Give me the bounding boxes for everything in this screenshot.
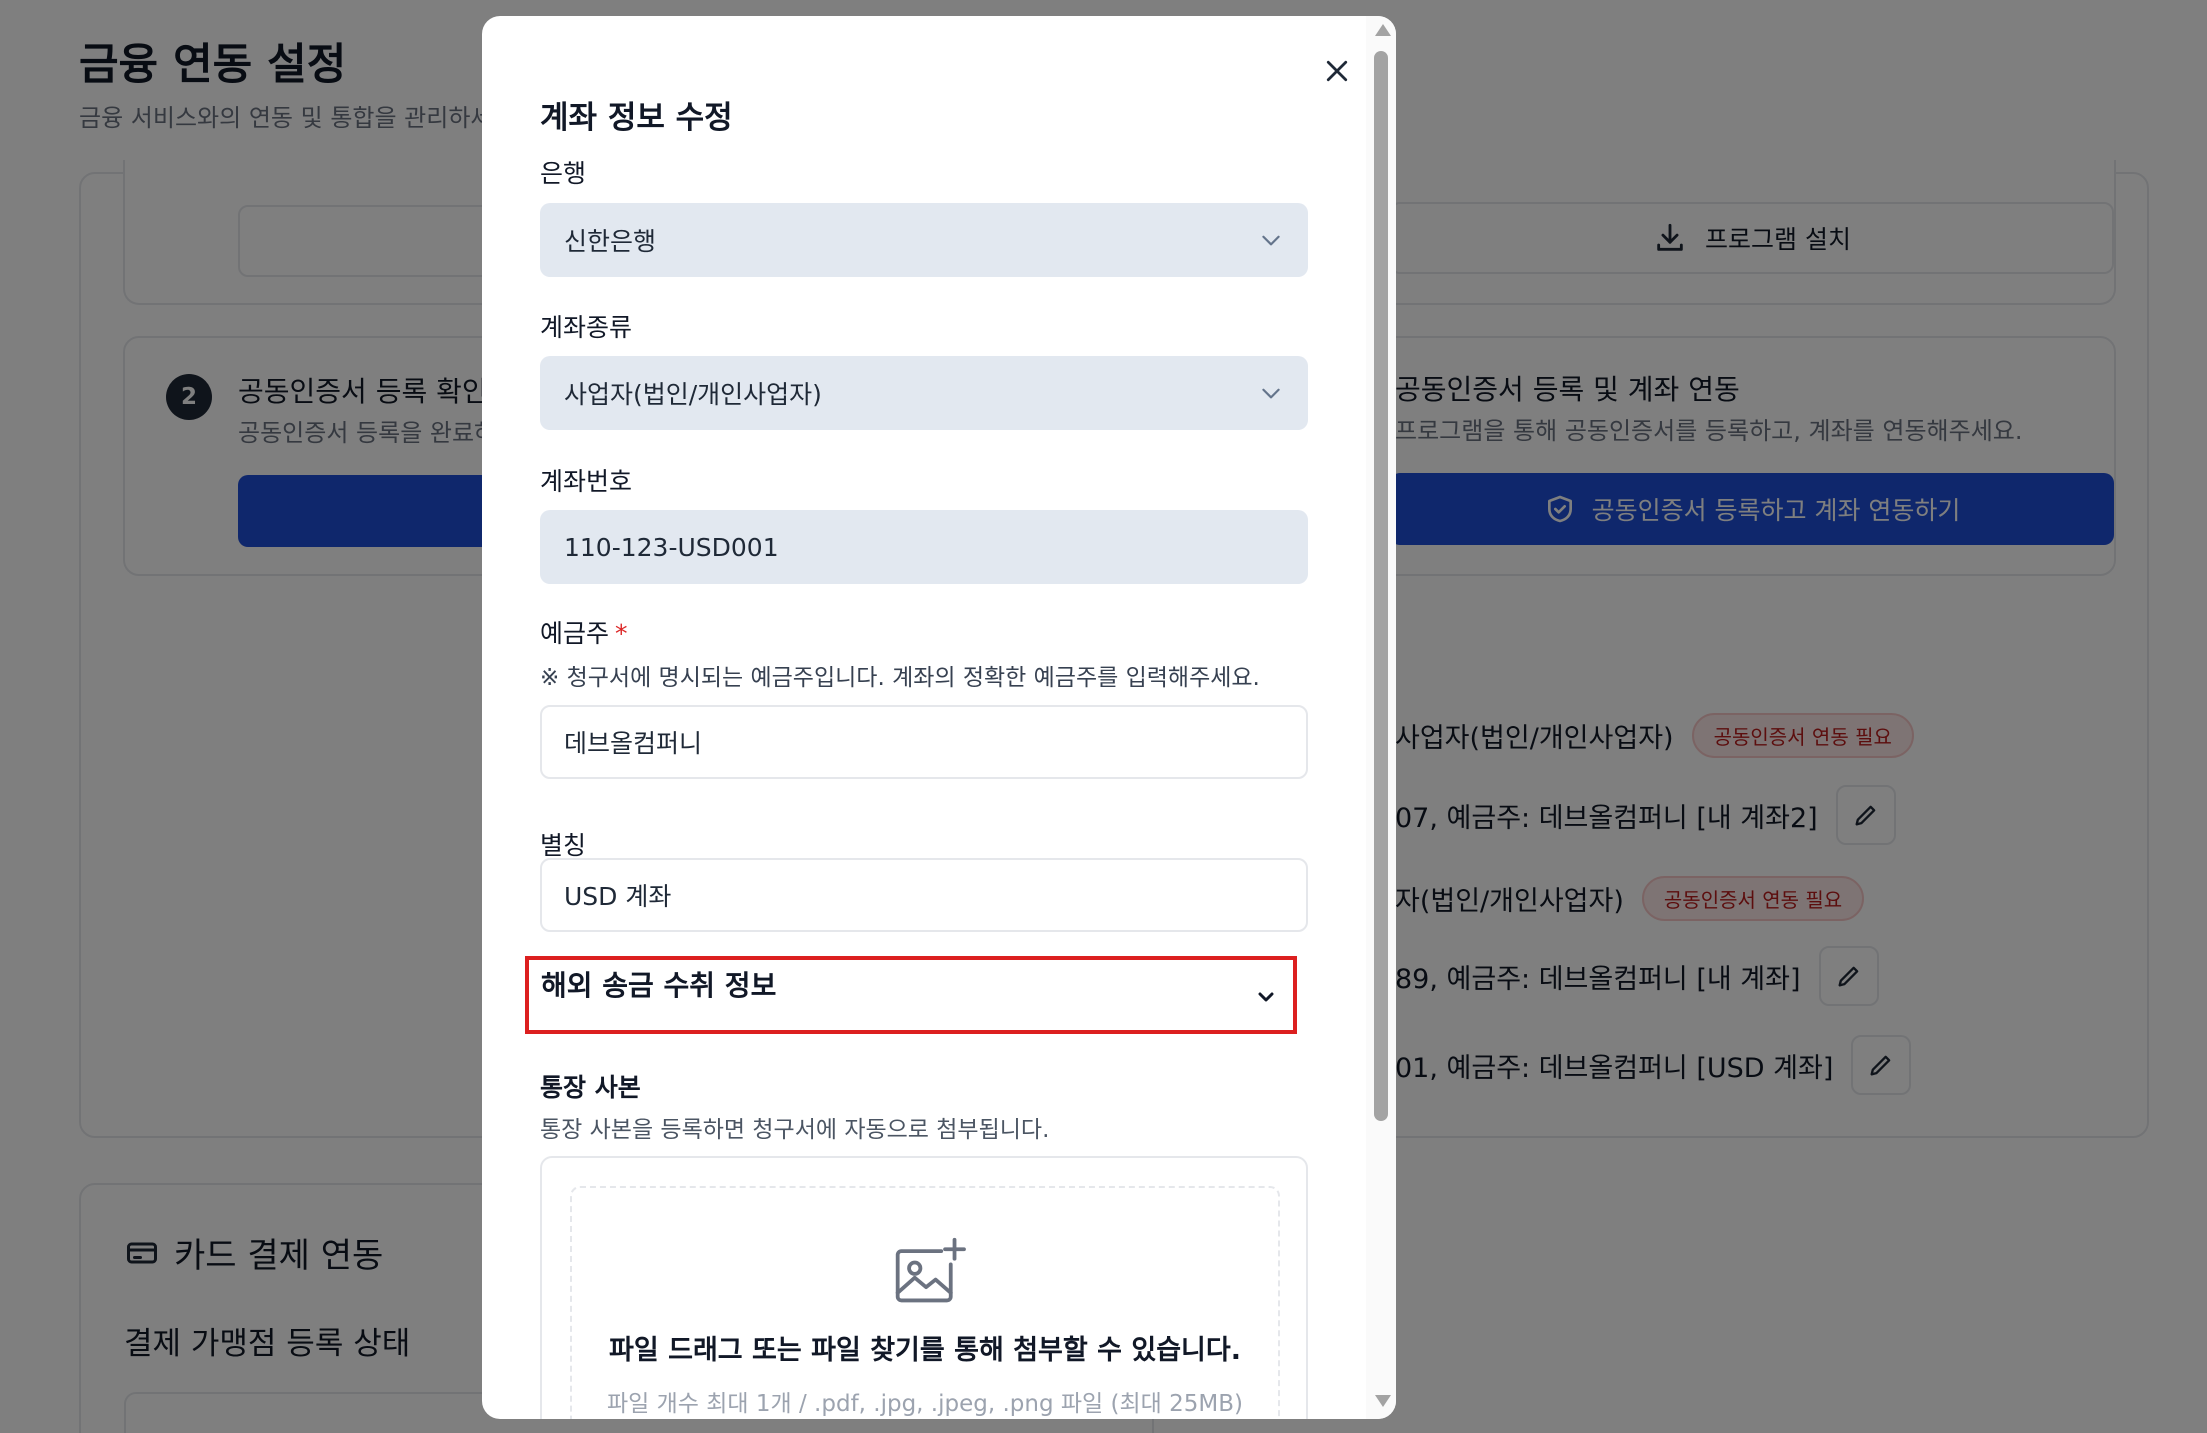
drop-zone-text: 파일 드래그 또는 파일 찾기를 통해 첨부할 수 있습니다. [609, 1335, 1241, 1366]
file-drop-zone[interactable]: 파일 드래그 또는 파일 찾기를 통해 첨부할 수 있습니다. 파일 개수 최대… [570, 1186, 1280, 1419]
holder-input[interactable] [540, 705, 1308, 779]
scrollbar-thumb[interactable] [1374, 51, 1388, 1121]
holder-help-text: ※ 청구서에 명시되는 예금주입니다. 계좌의 정확한 예금주를 입력해주세요. [540, 665, 1260, 691]
account-type-select[interactable]: 사업자(법인/개인사업자) [540, 356, 1308, 430]
drop-zone-hint: 파일 개수 최대 1개 / .pdf, .jpg, .jpeg, .png 파일… [607, 1391, 1243, 1417]
holder-label-text: 예금주 [540, 619, 610, 648]
bank-select-value: 신한은행 [564, 227, 657, 256]
bank-select[interactable]: 신한은행 [540, 203, 1308, 277]
account-type-label: 계좌종류 [540, 313, 633, 342]
required-mark: * [615, 619, 628, 648]
chevron-down-icon [1262, 235, 1280, 246]
bankbook-help-text: 통장 사본을 등록하면 청구서에 자동으로 첨부됩니다. [540, 1117, 1050, 1143]
bank-label: 은행 [540, 159, 587, 188]
holder-label: 예금주 * [540, 614, 628, 650]
account-number-label: 계좌번호 [540, 467, 633, 496]
bankbook-label: 통장 사본 [540, 1073, 641, 1102]
chevron-down-icon [1262, 388, 1280, 399]
overseas-remittance-title: 해외 송금 수취 정보 [541, 969, 777, 1002]
image-add-icon [895, 1237, 966, 1303]
overseas-remittance-toggle[interactable]: 해외 송금 수취 정보 [525, 956, 1297, 1034]
modal-scrollbar[interactable] [1366, 16, 1396, 1419]
bankbook-upload: 파일 드래그 또는 파일 찾기를 통해 첨부할 수 있습니다. 파일 개수 최대… [540, 1156, 1308, 1419]
account-type-select-value: 사업자(법인/개인사업자) [564, 380, 822, 409]
alias-input[interactable] [540, 858, 1308, 932]
chevron-down-icon [1253, 984, 1279, 1010]
account-number-value: 110-123-USD001 [564, 532, 779, 562]
modal-title: 계좌 정보 수정 [540, 100, 733, 136]
close-button[interactable] [1308, 42, 1366, 100]
edit-account-modal: 계좌 정보 수정 은행 신한은행 계좌종류 사업자(법인/개인사업자) 계좌번호… [482, 16, 1396, 1419]
scroll-up-arrow[interactable] [1375, 24, 1391, 36]
scroll-down-arrow[interactable] [1375, 1395, 1391, 1407]
alias-label: 별칭 [540, 831, 587, 860]
account-number-field: 110-123-USD001 [540, 510, 1308, 584]
close-icon [1326, 60, 1348, 82]
